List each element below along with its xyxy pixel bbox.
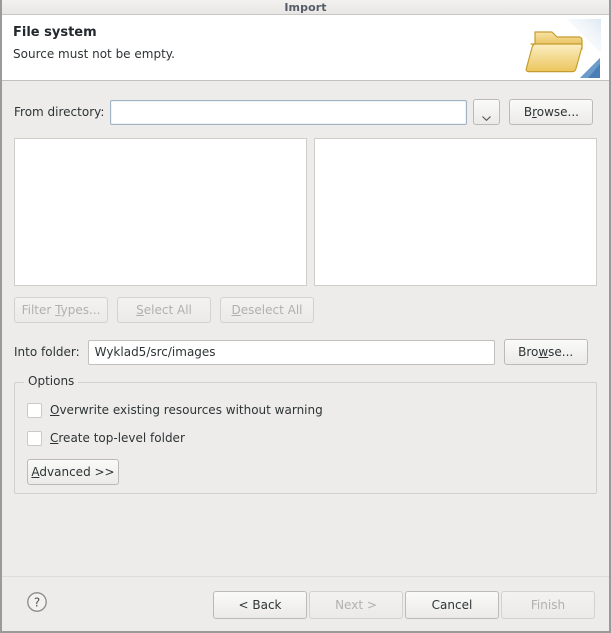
dialog-body: From directory: Browse... Filter Types..…	[2, 81, 609, 576]
directory-tree-pane[interactable]	[14, 138, 307, 286]
browse-from-directory-label: Browse...	[523, 105, 579, 119]
back-button[interactable]: < Back	[213, 591, 307, 619]
into-folder-row: Into folder: Browse...	[14, 339, 597, 365]
browse-into-folder-button[interactable]: Browse...	[503, 339, 588, 365]
svg-text:?: ?	[34, 595, 40, 609]
browse-into-folder-label: Browse...	[518, 345, 574, 359]
import-dialog: Import File system Source must not be em…	[0, 0, 611, 633]
dialog-title: Import	[284, 0, 327, 14]
create-top-level-folder-row[interactable]: Create top-level folder	[27, 427, 584, 449]
overwrite-existing-resources-row[interactable]: Overwrite existing resources without war…	[27, 399, 584, 421]
next-button[interactable]: Next >	[309, 591, 403, 619]
wizard-header: File system Source must not be empty.	[2, 15, 609, 81]
dialog-titlebar: Import	[2, 0, 609, 15]
browse-from-directory-button[interactable]: Browse...	[509, 99, 594, 125]
file-list-pane[interactable]	[314, 138, 597, 286]
from-directory-label: From directory:	[14, 105, 105, 119]
select-all-button[interactable]: Select All	[117, 297, 211, 323]
dialog-footer: ? < Back Next > Cancel Finish	[2, 576, 609, 631]
chevron-down-icon	[482, 110, 492, 121]
overwrite-existing-resources-label: Overwrite existing resources without war…	[50, 403, 323, 417]
page-title: File system	[13, 25, 97, 40]
open-folder-import-icon	[523, 19, 601, 81]
deselect-all-label: Deselect All	[231, 303, 303, 317]
create-top-level-folder-label: Create top-level folder	[50, 431, 185, 445]
validation-message: Source must not be empty.	[13, 47, 175, 61]
from-directory-row: From directory: Browse...	[14, 81, 597, 125]
wizard-navigation-buttons: < Back Next > Cancel Finish	[211, 591, 595, 619]
overwrite-existing-resources-checkbox[interactable]	[27, 402, 42, 418]
selection-buttons-row: Filter Types... Select All Deselect All	[14, 297, 597, 323]
select-all-label: Select All	[136, 303, 192, 317]
deselect-all-button[interactable]: Deselect All	[220, 297, 314, 323]
question-mark-circle-icon[interactable]: ?	[26, 591, 48, 613]
create-top-level-folder-checkbox[interactable]	[27, 430, 42, 446]
advanced-button[interactable]: Advanced >>	[27, 459, 119, 485]
advanced-label: Advanced >>	[31, 465, 115, 479]
pane-separator	[307, 138, 314, 286]
filter-types-label: Filter Types...	[21, 303, 101, 317]
options-group-label: Options	[24, 375, 79, 387]
into-folder-input[interactable]	[87, 339, 495, 365]
source-selection-panes	[14, 138, 597, 286]
finish-button[interactable]: Finish	[501, 591, 595, 619]
cancel-button[interactable]: Cancel	[405, 591, 499, 619]
filter-types-button[interactable]: Filter Types...	[14, 297, 108, 323]
from-directory-input[interactable]	[110, 99, 468, 125]
into-folder-label: Into folder:	[14, 345, 80, 359]
options-group: Options Overwrite existing resources wit…	[14, 375, 597, 494]
from-directory-history-dropdown[interactable]	[473, 99, 501, 125]
